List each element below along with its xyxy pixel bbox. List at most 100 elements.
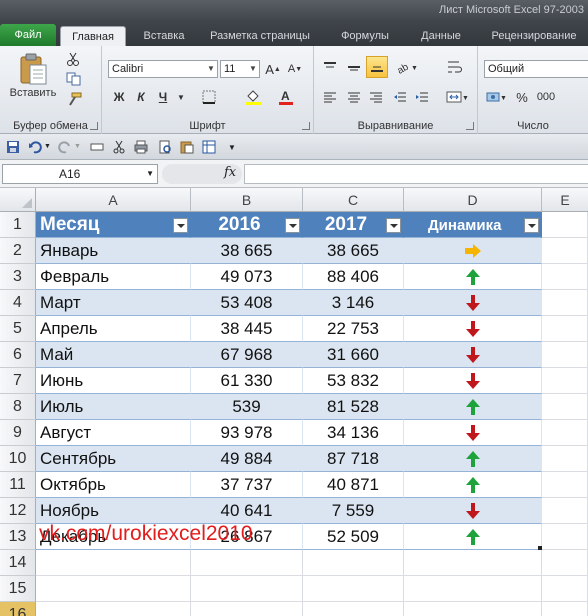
undo-icon[interactable] (28, 140, 42, 154)
cell[interactable]: Динамика (404, 212, 542, 238)
cell[interactable]: Сентябрь (36, 446, 191, 472)
form-icon[interactable] (90, 140, 104, 154)
cell[interactable]: Март (36, 290, 191, 316)
alignment-dialog-launcher[interactable] (466, 122, 474, 130)
cell[interactable]: Январь (36, 238, 191, 264)
cell[interactable] (542, 524, 588, 550)
column-header-d[interactable]: D (404, 188, 542, 212)
cell[interactable] (404, 446, 542, 472)
cell[interactable] (542, 238, 588, 264)
filter-dropdown-button[interactable] (173, 218, 188, 233)
cell[interactable]: 87 718 (303, 446, 404, 472)
cell[interactable] (404, 394, 542, 420)
cell[interactable] (36, 602, 191, 616)
bold-button[interactable]: Ж (110, 88, 128, 106)
formula-input[interactable] (244, 164, 588, 184)
wrap-text-button[interactable] (444, 58, 466, 76)
cell[interactable]: 2017 (303, 212, 404, 238)
cell[interactable] (404, 264, 542, 290)
fill-color-button[interactable] (244, 88, 264, 106)
cell[interactable] (404, 342, 542, 368)
row-header[interactable]: 11 (0, 472, 36, 498)
cell[interactable]: 38 665 (303, 238, 404, 264)
cell[interactable]: 37 737 (191, 472, 303, 498)
cut-qat-icon[interactable] (112, 140, 126, 154)
shrink-font-button[interactable]: A ▼ (286, 60, 304, 78)
cell[interactable]: 40 641 (191, 498, 303, 524)
cell[interactable] (191, 550, 303, 576)
row-header[interactable]: 13 (0, 524, 36, 550)
cell[interactable]: Август (36, 420, 191, 446)
cell[interactable]: Октябрь (36, 472, 191, 498)
row-header[interactable]: 7 (0, 368, 36, 394)
cell[interactable] (542, 368, 588, 394)
cell[interactable] (303, 550, 404, 576)
currency-button[interactable]: ▼ (484, 88, 508, 106)
insert-function-icon[interactable]: fx (224, 165, 236, 180)
row-header[interactable]: 12 (0, 498, 36, 524)
row-header[interactable]: 15 (0, 576, 36, 602)
row-header[interactable]: 14 (0, 550, 36, 576)
column-header-a[interactable]: A (36, 188, 191, 212)
number-format-combo[interactable]: Общий (484, 60, 588, 78)
filter-dropdown-button[interactable] (386, 218, 401, 233)
cell[interactable] (404, 316, 542, 342)
row-header[interactable]: 6 (0, 342, 36, 368)
cell[interactable] (404, 420, 542, 446)
tab-insert[interactable]: Вставка (134, 26, 194, 46)
column-header-c[interactable]: C (303, 188, 404, 212)
cut-button[interactable] (66, 52, 80, 66)
cell[interactable]: 22 753 (303, 316, 404, 342)
cell[interactable] (404, 524, 542, 550)
paste-qat-icon[interactable] (180, 140, 194, 154)
redo-icon[interactable] (58, 140, 72, 154)
cell[interactable]: 7 559 (303, 498, 404, 524)
tab-data[interactable]: Данные (408, 26, 474, 46)
cell[interactable] (542, 394, 588, 420)
tab-page-layout[interactable]: Разметка страницы (204, 26, 316, 46)
clipboard-dialog-launcher[interactable] (90, 122, 98, 130)
row-header[interactable]: 8 (0, 394, 36, 420)
print-preview-icon[interactable] (158, 140, 172, 154)
cell[interactable]: 3 146 (303, 290, 404, 316)
cell[interactable] (404, 576, 542, 602)
align-bottom-button[interactable] (366, 56, 388, 78)
percent-button[interactable]: % (514, 88, 530, 106)
underline-dropdown[interactable]: ▼ (176, 88, 186, 106)
cell[interactable] (542, 602, 588, 616)
cell[interactable] (36, 576, 191, 602)
redo-dropdown-icon[interactable]: ▼ (74, 143, 88, 157)
cell[interactable]: 34 136 (303, 420, 404, 446)
font-name-combo[interactable]: Calibri ▼ (108, 60, 218, 78)
cell[interactable]: Май (36, 342, 191, 368)
cell[interactable] (542, 576, 588, 602)
cell[interactable] (404, 290, 542, 316)
cell[interactable]: 61 330 (191, 368, 303, 394)
row-header[interactable]: 5 (0, 316, 36, 342)
align-top-button[interactable] (320, 58, 340, 76)
row-header[interactable]: 4 (0, 290, 36, 316)
cell[interactable] (191, 602, 303, 616)
cell[interactable]: 52 509 (303, 524, 404, 550)
cell[interactable] (542, 550, 588, 576)
tab-review[interactable]: Рецензирование (482, 26, 586, 46)
increase-indent-button[interactable] (412, 88, 432, 106)
align-right-button[interactable] (366, 88, 386, 106)
cell[interactable] (542, 212, 588, 238)
row-header[interactable]: 10 (0, 446, 36, 472)
cell[interactable]: 81 528 (303, 394, 404, 420)
table-resize-handle[interactable] (538, 546, 542, 550)
row-header[interactable]: 3 (0, 264, 36, 290)
cell[interactable] (404, 602, 542, 616)
cell[interactable] (542, 446, 588, 472)
cell[interactable] (404, 368, 542, 394)
column-header-b[interactable]: B (191, 188, 303, 212)
cell[interactable]: 40 871 (303, 472, 404, 498)
cell[interactable]: 2016 (191, 212, 303, 238)
thousands-button[interactable]: 000 (534, 88, 558, 106)
paste-button[interactable]: Вставить (6, 50, 60, 102)
grow-font-button[interactable]: A ▲ (264, 60, 282, 78)
cell[interactable]: 93 978 (191, 420, 303, 446)
name-box[interactable]: A16 ▼ (2, 164, 158, 184)
cell[interactable]: 49 073 (191, 264, 303, 290)
